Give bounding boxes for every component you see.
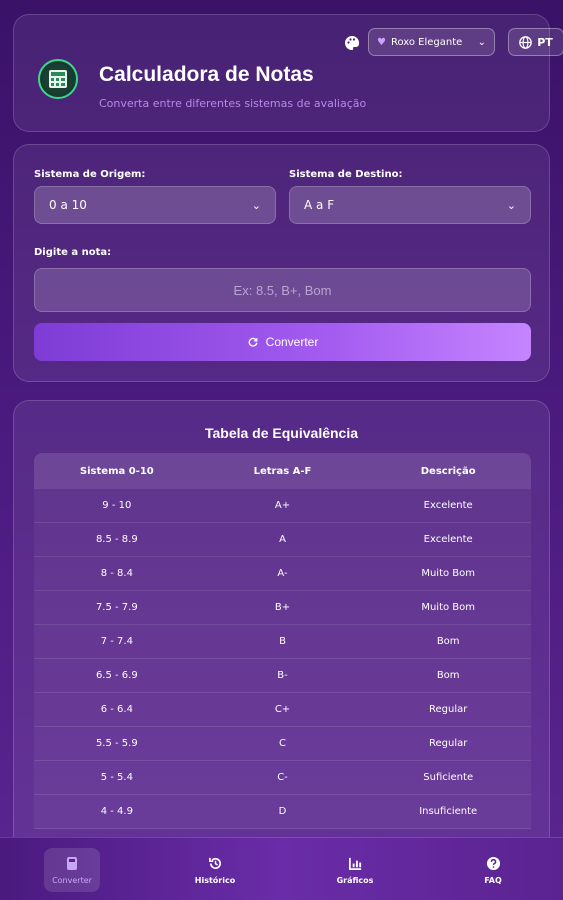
nav-label: Histórico [194,875,236,885]
table-cell: B [279,636,286,647]
converter-card: Sistema de Origem: 0 a 10 ⌄ Sistema de D… [13,144,550,382]
nav-item-charts[interactable]: Gráficos [327,848,383,892]
table-cell: 4 - 4.9 [100,806,133,817]
table-header-cell: Sistema 0-10 [79,465,154,477]
table-cell: Muito Bom [421,568,476,579]
source-system-value: 0 a 10 [49,198,87,212]
language-button[interactable]: PT [508,28,563,56]
chart-icon [348,857,361,870]
theme-select[interactable]: ♥ Roxo Elegante ⌄ [368,28,495,56]
table-header-cell: Descrição [420,465,476,477]
table-cell: 7.5 - 7.9 [95,602,138,613]
table-cell: Suficiente [423,772,474,783]
grade-input[interactable]: Ex: 8.5, B+, Bom [34,268,531,312]
table-cell: Muito Bom [421,602,476,613]
source-system-select[interactable]: 0 a 10 ⌄ [34,186,276,224]
table-cell: A [279,534,286,545]
convert-button-label: Converter [265,335,319,349]
bottom-nav: Converter Histórico Gráficos FAQ [0,837,563,900]
table-cell: D [278,806,287,817]
nav-label: Converter [52,875,92,885]
table-cell: C+ [274,704,291,715]
table-row: 5 - 5.4 C- Suficiente [34,761,531,795]
table-title: Tabela de Equivalência [204,425,359,441]
table-row: 7.5 - 7.9 B+ Muito Bom [34,591,531,625]
app-logo [38,59,78,99]
grade-input-label: Digite a nota: [34,247,112,258]
table-header-row: Sistema 0-10 Letras A-F Descrição [34,453,531,489]
table-row: 6 - 6.4 C+ Regular [34,693,531,727]
table-row: 7 - 7.4 B Bom [34,625,531,659]
table-cell: Regular [429,738,468,749]
theme-select-value: Roxo Elegante [390,36,463,48]
table-cell: 9 - 10 [102,500,132,511]
table-row: 8 - 8.4 A- Muito Bom [34,557,531,591]
table-cell: 8 - 8.4 [100,568,133,579]
equivalence-table-card: Tabela de Equivalência Sistema 0-10 Letr… [13,400,550,900]
table-row: 6.5 - 6.9 B- Bom [34,659,531,693]
table-row: 9 - 10 A+ Excelente [34,489,531,523]
table-cell: Excelente [423,534,473,545]
language-label: PT [537,35,553,49]
history-icon [208,857,221,869]
nav-label: FAQ [484,875,502,885]
table-cell: 6 - 6.4 [100,704,133,715]
table-cell: 7 - 7.4 [100,636,133,647]
calculator-icon [67,856,77,870]
table-cell: Excelente [423,500,473,511]
header-card: Calculadora de Notas Converta entre dife… [13,14,563,132]
table-row: 5.5 - 5.9 C Regular [34,727,531,761]
target-system-label: Sistema de Destino: [289,169,403,180]
table-cell: C- [277,772,288,783]
equivalence-table: Sistema 0-10 Letras A-F Descrição 9 - 10… [34,453,531,829]
page-title: Calculadora de Notas [99,63,314,86]
table-cell: Regular [429,704,468,715]
table-cell: A- [277,568,288,579]
page-subtitle: Converta entre diferentes sistemas de av… [99,97,367,110]
table-cell: 5 - 5.4 [100,772,133,783]
palette-icon [345,35,360,50]
refresh-icon [248,337,258,347]
convert-button[interactable]: Converter [34,323,531,361]
table-cell: Insuficiente [419,806,478,817]
heart-icon: ♥ [377,36,386,48]
table-cell: A+ [274,500,291,511]
table-row: 8.5 - 8.9 A Excelente [34,523,531,557]
target-system-select[interactable]: A a F ⌄ [289,186,531,224]
chevron-down-icon: ⌄ [251,198,261,212]
table-cell: C [279,738,286,749]
table-cell: 6.5 - 6.9 [95,670,138,681]
nav-item-faq[interactable]: FAQ [465,848,521,892]
nav-item-history[interactable]: Histórico [187,848,243,892]
table-header-cell: Letras A-F [253,465,312,477]
target-system-value: A a F [304,198,335,212]
nav-label: Gráficos [336,875,374,885]
chevron-down-icon: ⌄ [506,198,516,212]
table-cell: 8.5 - 8.9 [95,534,138,545]
table-cell: Bom [436,670,460,681]
table-row: 4 - 4.9 D Insuficiente [34,795,531,829]
globe-icon [519,35,533,49]
chevron-down-icon: ⌄ [477,36,486,48]
table-cell: Bom [436,636,460,647]
calculator-logo-icon [49,70,67,88]
question-icon [486,856,500,870]
source-system-label: Sistema de Origem: [34,169,146,180]
nav-item-converter[interactable]: Converter [44,848,100,892]
table-cell: 5.5 - 5.9 [95,738,138,749]
table-cell: B- [277,670,288,681]
table-cell: B+ [274,602,291,613]
